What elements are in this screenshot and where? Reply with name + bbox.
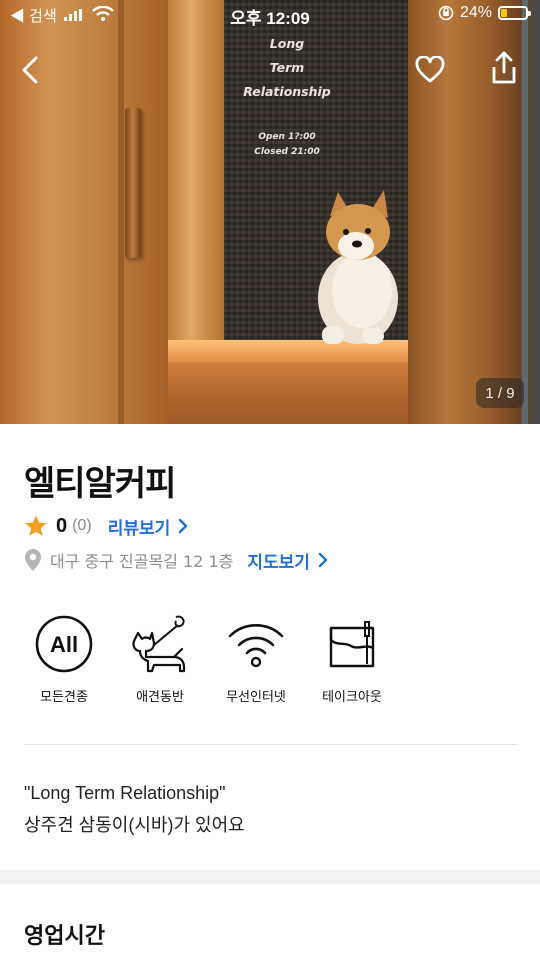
amenity-takeout: 테이크아웃 — [304, 612, 400, 705]
share-icon — [492, 51, 516, 84]
rating-row: 0 (0) 리뷰보기 — [24, 512, 188, 540]
place-name: 엘티알커피 — [24, 464, 176, 504]
amenity-pet-friendly: 애견동반 — [112, 612, 208, 705]
amenity-label: 테이크아웃 — [322, 690, 382, 705]
review-link[interactable]: 리뷰보기 — [108, 514, 189, 539]
takeout-bag-icon — [329, 621, 375, 668]
shiba-dog-illustration — [318, 190, 398, 344]
rating-score: 0 — [56, 514, 68, 537]
heart-icon — [415, 56, 445, 83]
favorite-button[interactable] — [410, 50, 450, 90]
window-hours: Open 1?:00 Closed 21:00 — [254, 132, 320, 157]
amenity-wifi: 무선인터넷 — [208, 612, 304, 705]
hero-photo[interactable]: Long Term Relationship Open 1?:00 Closed… — [0, 0, 540, 424]
chevron-right-icon — [318, 552, 328, 568]
battery-percent: 24% — [459, 4, 492, 21]
dog-leash-icon — [132, 615, 186, 673]
back-button[interactable] — [10, 50, 50, 90]
wifi-icon — [228, 624, 284, 668]
description-line: "Long Term Relationship" — [24, 783, 226, 803]
map-link[interactable]: 지도보기 — [247, 548, 328, 573]
share-button[interactable] — [484, 48, 524, 88]
place-description: "Long Term Relationship" 상주견 삼동이(시바)가 있어… — [24, 777, 245, 841]
amenity-label: 애견동반 — [136, 690, 184, 705]
amenity-all-breeds: All 모든견종 — [16, 612, 112, 705]
image-counter: 1 / 9 — [476, 378, 524, 408]
all-icon: All — [35, 615, 93, 673]
star-icon — [25, 515, 47, 536]
amenity-list: All 모든견종 애견동반 무선인터넷 테이크아웃 — [16, 612, 400, 705]
amenity-label: 모든견종 — [40, 690, 88, 705]
review-count: (0) — [72, 517, 92, 534]
amenity-label: 무선인터넷 — [226, 690, 286, 705]
battery-icon — [498, 6, 531, 20]
address-row: 대구 중구 진골목길 12 1층 지도보기 — [24, 546, 328, 574]
door-sill — [168, 340, 410, 424]
orientation-lock-icon — [438, 5, 454, 21]
divider — [24, 744, 517, 745]
location-pin-icon — [25, 549, 41, 571]
review-link-label: 리뷰보기 — [107, 518, 171, 538]
chevron-right-icon — [179, 518, 188, 534]
window-sign: Long Term Relationship — [243, 36, 331, 99]
map-link-label: 지도보기 — [247, 552, 310, 573]
description-line: 상주견 삼동이(시바)가 있어요 — [24, 815, 245, 835]
hours-section-title: 영업시간 — [24, 924, 105, 949]
svg-text:All: All — [50, 632, 78, 657]
address-text: 대구 중구 진골목길 12 1층 — [50, 552, 234, 571]
chevron-left-icon — [22, 56, 38, 84]
door-handle — [125, 108, 141, 258]
status-bar: ◀ 검색 오후 12:09 24% — [0, 0, 540, 30]
section-separator — [0, 870, 540, 884]
